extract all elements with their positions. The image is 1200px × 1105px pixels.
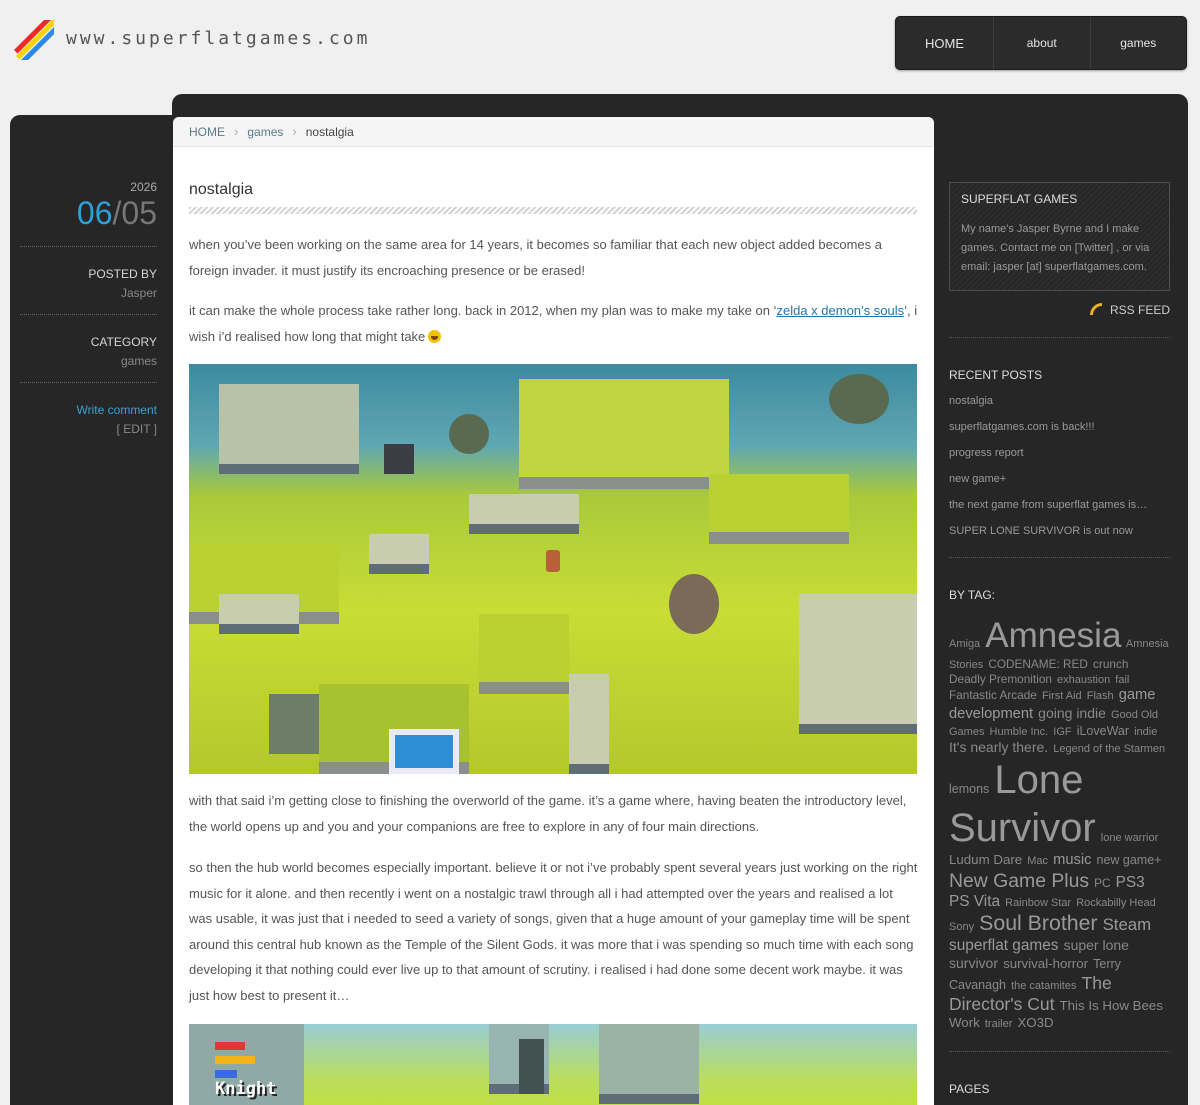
tag-link[interactable]: Rainbow Star (1005, 897, 1071, 909)
meta-divider (20, 246, 157, 247)
sidebar-divider (949, 557, 1170, 558)
recent-post-link[interactable]: the next game from superflat games is… (949, 499, 1170, 511)
rss-feed-link[interactable]: RSS FEED (949, 303, 1170, 317)
sidebar-divider (949, 337, 1170, 338)
recent-post-link[interactable]: nostalgia (949, 395, 1170, 407)
recent-post-link[interactable]: new game+ (949, 473, 1170, 485)
tag-link[interactable]: Amiga (949, 638, 980, 650)
recent-posts-title: RECENT POSTS (949, 368, 1043, 382)
post-paragraph-2: it can make the whole process take rathe… (189, 298, 919, 349)
tag-link[interactable]: crunch (1093, 657, 1128, 671)
tag-link[interactable]: Ludum Dare (949, 852, 1022, 867)
smiley-icon (428, 329, 442, 343)
tag-link[interactable]: lemons (949, 782, 989, 796)
recent-post-link[interactable]: SUPER LONE SURVIVOR is out now (949, 525, 1170, 537)
about-text: My name's Jasper Byrne and I make games.… (961, 223, 1150, 273)
tag-link[interactable]: PS Vita (949, 893, 1000, 910)
meta-divider (20, 314, 157, 315)
tag-link[interactable]: Amnesia (985, 616, 1121, 655)
tag-link[interactable]: trailer (985, 1018, 1013, 1030)
post-paragraph-4: so then the hub world becomes especially… (189, 860, 918, 1003)
tag-link[interactable]: New Game Plus (949, 870, 1089, 892)
post-author[interactable]: Jasper (20, 286, 157, 300)
tag-link[interactable]: fail (1115, 674, 1129, 686)
breadcrumb: HOME › games › nostalgia (173, 117, 934, 147)
tag-link[interactable]: CODENAME: RED (988, 657, 1088, 671)
about-box: SUPERFLAT GAMES My name's Jasper Byrne a… (949, 182, 1170, 291)
post-category[interactable]: games (20, 354, 157, 368)
tag-link[interactable]: Legend of the Starmen (1053, 743, 1165, 755)
tag-link[interactable]: the catamites (1011, 980, 1076, 992)
tag-link[interactable]: Steam (1103, 915, 1152, 934)
tag-cloud: Amiga Amnesia Amnesia Stories CODENAME: … (949, 615, 1170, 1031)
chevron-right-icon: › (292, 124, 297, 139)
breadcrumb-games[interactable]: games (247, 125, 283, 139)
nav-home[interactable]: HOME (896, 17, 994, 69)
tag-link[interactable]: PC (1094, 876, 1110, 890)
main-nav: HOME about games (895, 16, 1187, 70)
post-meta: 2026 06/05 POSTED BY Jasper CATEGORY gam… (20, 180, 157, 436)
tag-link[interactable]: going indie (1038, 705, 1106, 721)
tag-link[interactable]: Rockabilly Head (1076, 897, 1155, 909)
tag-link[interactable]: It's nearly there. (949, 739, 1048, 755)
sidebar-divider (949, 1050, 1170, 1052)
site-url: www.superflatgames.com (66, 28, 371, 49)
about-title: SUPERFLAT GAMES (961, 192, 1078, 206)
pages-title: PAGES (949, 1081, 990, 1096)
tag-link[interactable]: iLoveWar (1077, 724, 1129, 738)
tag-link[interactable]: Flash (1087, 690, 1114, 702)
post-paragraph-1: when you’ve been working on the same are… (189, 237, 883, 278)
tag-link[interactable]: Lone Survivor (949, 758, 1096, 850)
category-label: CATEGORY (90, 335, 157, 349)
tag-link[interactable]: lone warrior (1101, 832, 1158, 844)
recent-post-link[interactable]: superflatgames.com is back!!! (949, 421, 1170, 433)
chevron-right-icon: › (234, 124, 239, 139)
tags-title: BY TAG: (949, 588, 996, 602)
tag-link[interactable]: Fantastic Arcade (949, 688, 1037, 702)
tag-link[interactable]: Mac (1027, 855, 1048, 867)
game-screenshot-overworld (189, 364, 917, 774)
breadcrumb-current: nostalgia (305, 124, 354, 139)
tag-link[interactable]: XO3D (1017, 1015, 1053, 1030)
tag-link[interactable]: PS3 (1116, 874, 1145, 891)
tag-link[interactable]: Sony (949, 921, 974, 933)
shot-knight-label: Knight (215, 1079, 277, 1099)
edit-link[interactable]: [ EDIT ] (20, 422, 157, 436)
logo-stripes-icon (14, 20, 54, 60)
rss-icon (1089, 303, 1102, 315)
post-year: 2026 (130, 180, 157, 194)
rss-label: RSS FEED (1109, 303, 1170, 317)
post-title: nostalgia (189, 181, 254, 198)
post-paragraph-3: with that said i’m getting close to fini… (189, 793, 907, 834)
recent-post-link[interactable]: progress report (949, 447, 1170, 459)
tag-link[interactable]: exhaustion (1057, 674, 1110, 686)
post-main: HOME › games › nostalgia nostalgia when … (173, 117, 934, 1105)
tag-link[interactable]: Humble Inc. (990, 726, 1049, 738)
meta-divider (20, 382, 157, 383)
tag-link[interactable]: Soul Brother (979, 911, 1097, 935)
post-month: 06 (76, 195, 113, 231)
tag-link[interactable]: new game+ (1097, 853, 1162, 867)
site-logo[interactable]: www.superflatgames.com (14, 20, 414, 60)
nav-games[interactable]: games (1091, 17, 1187, 69)
post-day: 05 (121, 195, 157, 231)
game-screenshot-hub: Knight (189, 1024, 917, 1105)
tag-link[interactable]: superflat games (949, 937, 1059, 954)
tag-link[interactable]: music (1053, 852, 1091, 868)
tag-link[interactable]: indie (1134, 726, 1157, 738)
breadcrumb-home[interactable]: HOME (189, 125, 225, 139)
tag-link[interactable]: IGF (1053, 726, 1071, 738)
zelda-link[interactable]: zelda x demon’s souls (776, 303, 904, 318)
p2-text: it can make the whole process take rathe… (189, 303, 777, 318)
tag-link[interactable]: First Aid (1042, 690, 1082, 702)
tag-link[interactable]: survival-horror (1003, 956, 1088, 971)
title-divider (189, 207, 917, 214)
sidebar: SUPERFLAT GAMES My name's Jasper Byrne a… (949, 182, 1170, 1105)
write-comment-link[interactable]: Write comment (20, 403, 157, 417)
tag-link[interactable]: Deadly Premonition (949, 672, 1052, 686)
nav-about[interactable]: about (994, 17, 1091, 69)
posted-by-label: POSTED BY (88, 267, 157, 281)
post-date: 06/05 (20, 195, 157, 232)
